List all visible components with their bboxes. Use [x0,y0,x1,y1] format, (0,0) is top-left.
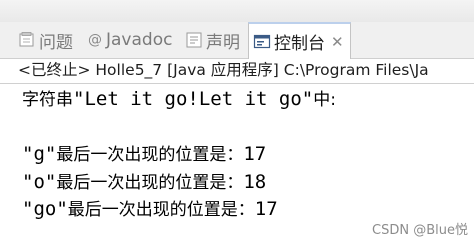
view-tab-bar: 问题 @ Javadoc 声明 控制台 ✕ [0,22,474,59]
tab-problems-label: 问题 [39,32,73,53]
problems-icon [19,32,34,47]
declaration-icon [186,32,202,48]
at-icon: @ [88,32,102,48]
header-suffix: 中: [313,90,336,110]
result-text: 最后一次出现的位置是： [56,145,244,165]
tab-javadoc-label: Javadoc [106,30,173,50]
tab-declaration-label: 声明 [206,32,240,53]
header-prefix: 字符串 [22,90,73,110]
tab-javadoc[interactable]: @ Javadoc [88,22,172,58]
console-line-header: 字符串"Let it go!Let it go"中: [22,87,336,112]
watermark: CSDN @Blue悦 [372,223,468,238]
result-text: 最后一次出现的位置是： [56,173,244,193]
result-text: 最后一次出现的位置是： [67,200,255,220]
tab-console[interactable]: 控制台 ✕ [248,22,351,59]
result-key: "go" [22,198,68,220]
toolbar-strip [0,0,474,23]
result-value: 17 [243,143,267,165]
console-line-result: "g"最后一次出现的位置是：17 [22,142,266,167]
result-key: "o" [22,171,57,193]
console-line-result: "o"最后一次出现的位置是：18 [22,170,266,195]
header-quoted: "Let it go!Let it go" [73,88,314,110]
tab-console-label: 控制台 [274,34,325,54]
console-status: <已终止> Holle5_7 [Java 应用程序] C:\Program Fi… [18,61,429,79]
result-value: 18 [243,171,267,193]
tab-problems[interactable]: 问题 [18,22,73,58]
console-icon [253,34,271,48]
result-key: "g" [22,143,57,165]
result-value: 17 [254,198,278,220]
console-line-result: "go"最后一次出现的位置是：17 [22,197,278,222]
tab-declaration[interactable]: 声明 [185,22,240,58]
close-icon[interactable]: ✕ [331,33,344,51]
